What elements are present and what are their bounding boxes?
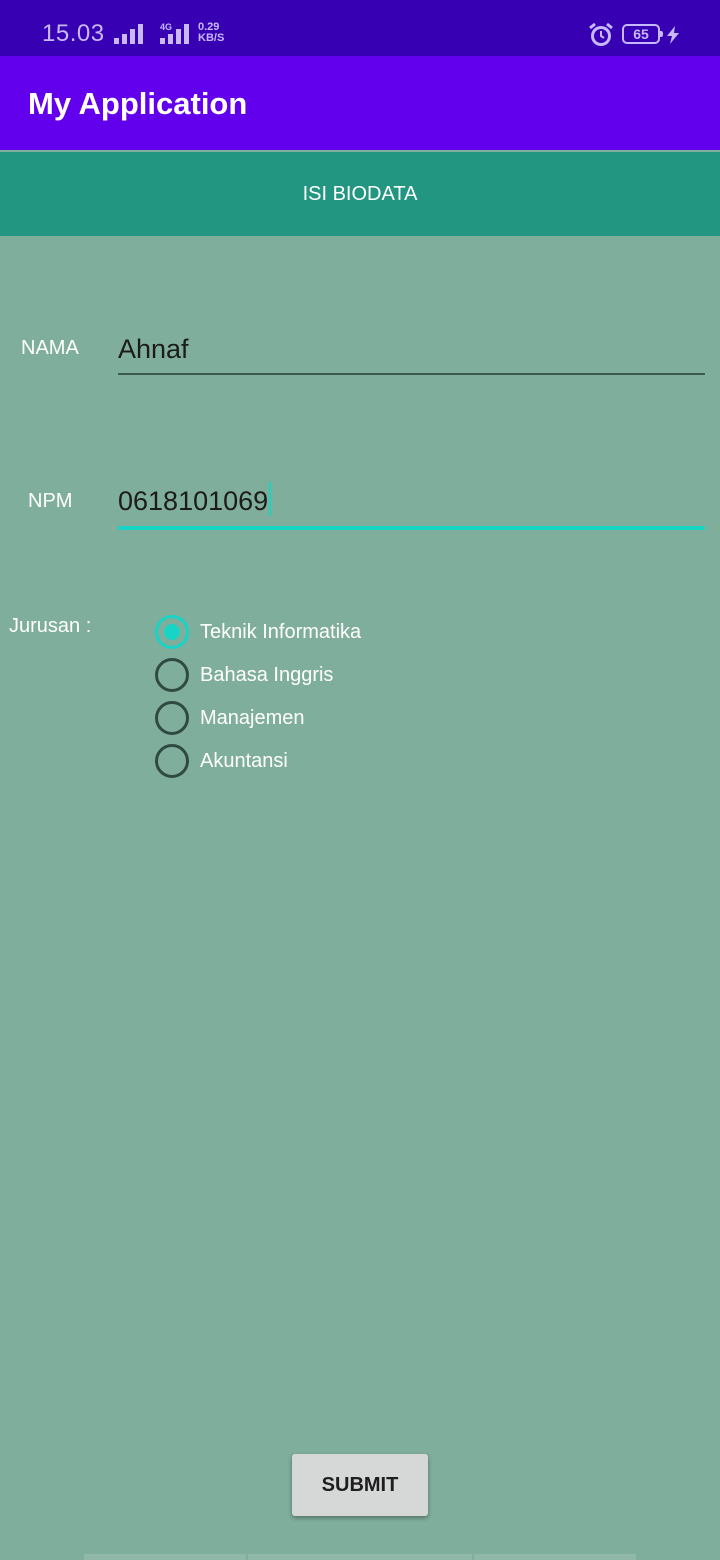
radio-unchecked-icon [155, 744, 189, 778]
npm-label: NPM [28, 490, 73, 512]
network-speed: 0.29 KB/S [198, 22, 224, 44]
radio-label: Akuntansi [200, 749, 288, 772]
status-bar: 15.03 4G 0.29 KB/S 65 [0, 0, 720, 56]
nama-input-underline [118, 373, 705, 375]
npm-input[interactable]: 0618101069 [118, 479, 705, 523]
radio-bahasa-inggris[interactable]: Bahasa Inggris [155, 656, 333, 694]
battery-icon: 65 [622, 24, 663, 44]
bottom-strip-segment [474, 1554, 636, 1560]
nama-input-value: Ahnaf [118, 334, 189, 364]
radio-akuntansi[interactable]: Akuntansi [155, 742, 288, 780]
radio-teknik-informatika[interactable]: Teknik Informatika [155, 613, 361, 651]
radio-unchecked-icon [155, 701, 189, 735]
bottom-strip-segment [84, 1554, 246, 1560]
radio-manajemen[interactable]: Manajemen [155, 699, 305, 737]
signal-4g-icon [160, 24, 189, 44]
radio-label: Teknik Informatika [200, 620, 362, 643]
alarm-icon [589, 22, 613, 46]
jurusan-label: Jurusan : [9, 615, 92, 637]
radio-unchecked-icon [155, 658, 189, 692]
radio-label: Bahasa Inggris [200, 663, 334, 686]
network-speed-unit: KB/S [198, 32, 225, 44]
nama-input[interactable]: Ahnaf [118, 327, 705, 371]
npm-input-underline [118, 526, 705, 530]
submit-button[interactable]: SUBMIT [292, 1454, 428, 1516]
app-title: My Application [28, 86, 248, 121]
signal-icon [114, 24, 143, 44]
radio-checked-icon [155, 615, 189, 649]
npm-input-value: 0618101069 [118, 486, 269, 516]
bottom-strip-segment [248, 1554, 472, 1560]
radio-label: Manajemen [200, 706, 305, 729]
app-bar: My Application [0, 56, 720, 150]
text-cursor [269, 482, 272, 516]
status-time: 15.03 [42, 20, 105, 47]
nama-label: NAMA [21, 337, 79, 359]
header-banner: ISI BIODATA [0, 152, 720, 236]
charging-bolt-icon [667, 26, 679, 44]
